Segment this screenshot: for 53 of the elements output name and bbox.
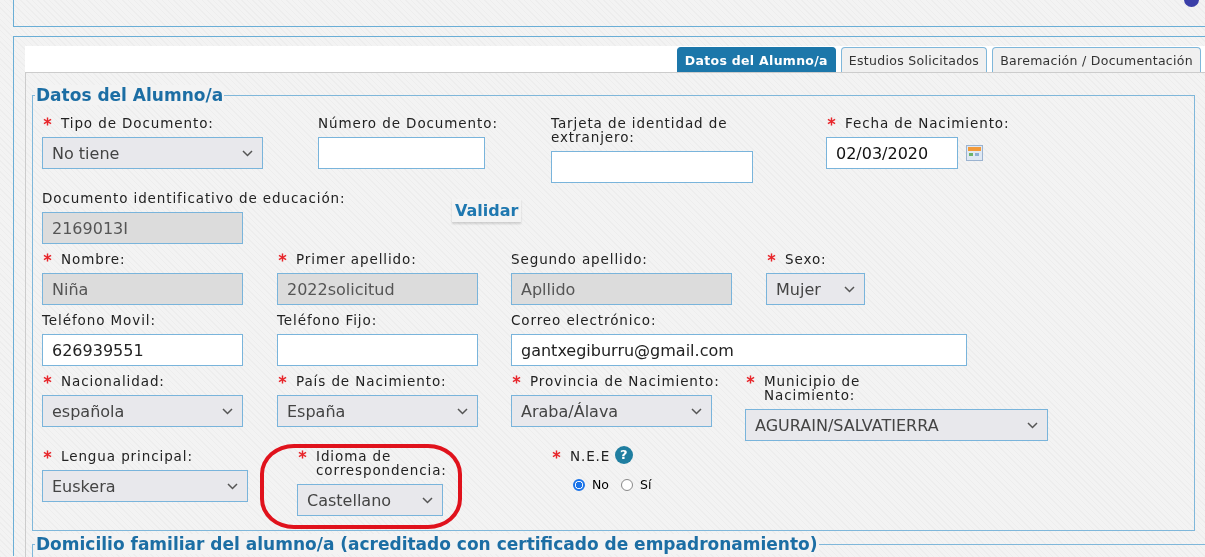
field-label: Nacionalidad: xyxy=(61,374,165,388)
validate-button[interactable]: Validar xyxy=(452,199,522,222)
field-label: Tipo de Documento: xyxy=(61,116,214,130)
field-label: Municipio de Nacimiento: xyxy=(764,374,862,402)
tab[interactable]: Baremación / Documentación xyxy=(992,47,1201,72)
field-label: Fecha de Nacimiento: xyxy=(845,116,1010,130)
field-label: Tarjeta de identidad de extranjero: xyxy=(551,116,729,144)
dropdown[interactable]: Euskera xyxy=(42,470,248,502)
text-field[interactable] xyxy=(318,137,485,169)
field-label: País de Nacimiento: xyxy=(296,374,447,388)
tab[interactable]: Datos del Alumno/a xyxy=(676,47,836,72)
text-field[interactable] xyxy=(551,151,753,183)
field-label: Nombre: xyxy=(61,252,126,266)
field-label: Número de Documento: xyxy=(318,116,498,130)
field-label: Teléfono Movil: xyxy=(42,313,156,327)
section-legend: Domicilio familiar del alumno/a (acreditado con certificado de empadronamiento) xyxy=(35,534,819,554)
radio-label[interactable]: Sí xyxy=(640,477,652,492)
dropdown[interactable]: España xyxy=(277,395,478,427)
tab[interactable]: Estudios Solicitados xyxy=(840,47,988,72)
date-field[interactable]: 02/03/2020 xyxy=(826,137,958,169)
field-label: Correo electrónico: xyxy=(511,313,657,327)
field-label: Segundo apellido: xyxy=(511,252,648,266)
radio-button[interactable] xyxy=(573,478,585,491)
dropdown[interactable]: AGURAIN/SALVATIERRA xyxy=(745,409,1048,441)
field-label: Primer apellido: xyxy=(296,252,417,266)
dropdown[interactable]: No tiene xyxy=(42,137,263,169)
chevron-down-icon xyxy=(222,407,233,415)
chevron-down-icon xyxy=(422,496,433,504)
text-field[interactable] xyxy=(277,334,478,366)
calendar-icon[interactable] xyxy=(966,145,983,161)
chevron-down-icon xyxy=(691,407,702,415)
field-label: Sexo: xyxy=(785,252,827,266)
section-legend: Datos del Alumno/a xyxy=(35,85,225,105)
field-label: Documento identificativo de educación: xyxy=(42,191,346,205)
text-field[interactable]: 626939551 xyxy=(42,334,243,366)
field-label: Lengua principal: xyxy=(61,449,193,463)
field-label: Teléfono Fijo: xyxy=(277,313,378,327)
field-label: Provincia de Nacimiento: xyxy=(530,374,720,388)
chevron-down-icon xyxy=(227,482,238,490)
radio-button[interactable] xyxy=(621,478,633,491)
field-label: Idioma de correspondencia: xyxy=(316,449,448,477)
radio-label[interactable]: No xyxy=(592,477,609,492)
field-label: N.E.E xyxy=(570,449,611,463)
dropdown[interactable]: Mujer xyxy=(766,273,865,305)
chevron-down-icon xyxy=(1027,421,1038,429)
chevron-down-icon xyxy=(242,149,253,157)
dropdown[interactable]: Araba/Álava xyxy=(511,395,712,427)
chevron-down-icon xyxy=(844,285,855,293)
dropdown[interactable]: española xyxy=(42,395,243,427)
text-field[interactable]: gantxegiburru@gmail.com xyxy=(511,334,967,366)
help-icon[interactable]: ? xyxy=(615,446,634,464)
dropdown[interactable]: Castellano xyxy=(297,484,443,516)
chevron-down-icon xyxy=(457,407,468,415)
